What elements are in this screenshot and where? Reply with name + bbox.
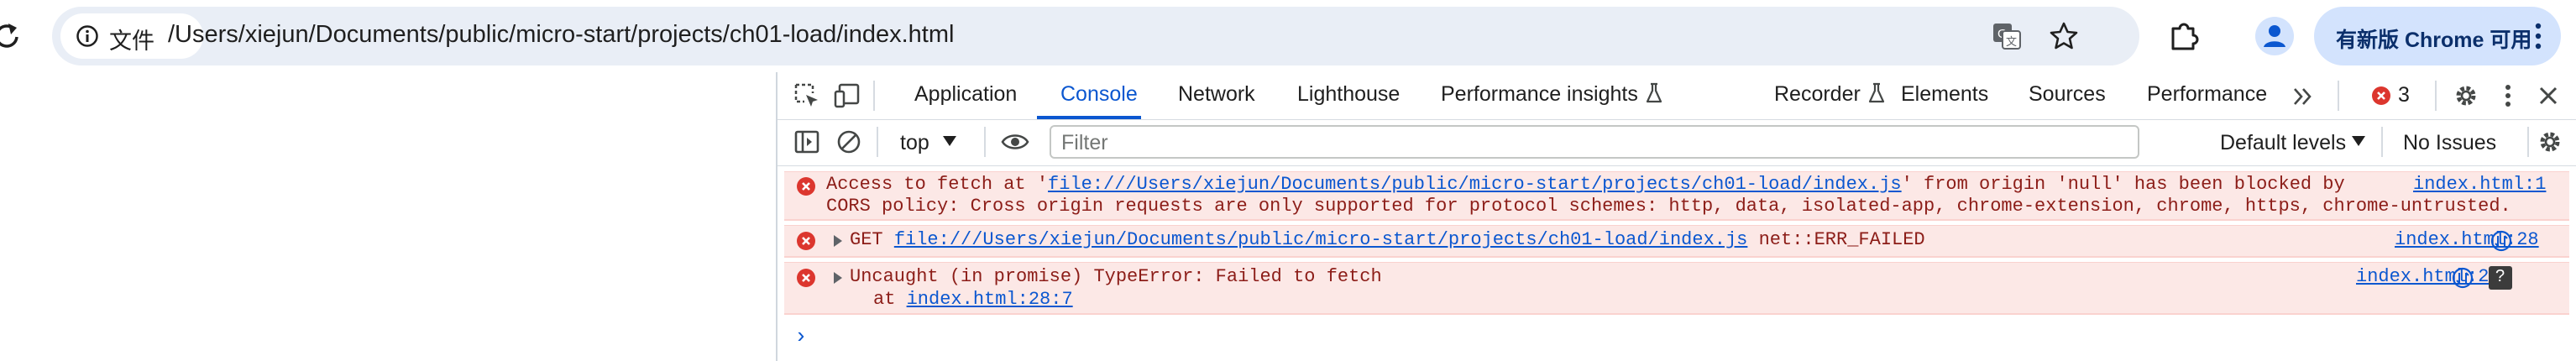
toolbar-divider	[2435, 81, 2437, 111]
experiment-flask-icon	[1868, 82, 1884, 103]
toolbar-divider	[2527, 127, 2529, 157]
console-error-message: GET file:///Users/xiejun/Documents/publi…	[784, 225, 2569, 258]
resource-link[interactable]: file:///Users/xiejun/Documents/public/mi…	[1048, 174, 1902, 195]
source-link[interactable]: index.html:1	[2413, 174, 2546, 195]
devtools-panel: Application Console Network Lighthouse P…	[776, 72, 2576, 361]
translate-icon[interactable]: G 文	[1990, 19, 2024, 53]
message-text: GET file:///Users/xiejun/Documents/publi…	[850, 229, 1925, 250]
context-selector[interactable]: top	[900, 131, 929, 155]
log-levels-dropdown[interactable]: Default levels	[2220, 131, 2346, 155]
tab-performance[interactable]: Performance	[2147, 82, 2267, 107]
info-icon	[76, 25, 98, 47]
console-error-message: Access to fetch at 'file:///Users/xiejun…	[784, 171, 2569, 221]
caret-down-icon[interactable]	[942, 135, 957, 147]
help-question-icon[interactable]: ?	[2489, 266, 2512, 290]
error-count[interactable]: 3	[2398, 83, 2410, 107]
inspect-element-icon[interactable]	[793, 81, 821, 110]
url-text[interactable]: /Users/xiejun/Documents/public/micro-sta…	[168, 21, 954, 49]
issues-counter[interactable]: No Issues	[2403, 131, 2496, 155]
caret-down-icon[interactable]	[2351, 135, 2366, 147]
tab-performance-insights[interactable]: Performance insights	[1441, 82, 1663, 107]
tab-performance-insights-label: Performance insights	[1441, 82, 1638, 106]
clear-console-icon[interactable]	[835, 128, 863, 156]
toolbar-divider	[877, 127, 878, 157]
message-text-line2: CORS policy: Cross origin requests are o…	[826, 196, 2511, 217]
reload-icon[interactable]	[0, 17, 25, 54]
stack-at: at	[873, 289, 896, 310]
console-settings-gear-icon[interactable]	[2536, 128, 2564, 156]
resource-link[interactable]: file:///Users/xiejun/Documents/public/mi…	[894, 229, 1748, 250]
settings-gear-icon[interactable]	[2452, 81, 2480, 110]
profile-avatar[interactable]	[2255, 17, 2294, 55]
device-toolbar-icon[interactable]	[833, 81, 861, 110]
toolbar-divider	[2381, 127, 2383, 157]
filter-box[interactable]	[1050, 125, 2139, 159]
console-error-message: Uncaught (in promise) TypeError: Failed …	[784, 262, 2569, 315]
network-request-icon[interactable]	[2490, 230, 2512, 252]
source-link[interactable]: index.html:28	[2356, 266, 2500, 287]
update-label: 有新版 Chrome 可用	[2336, 29, 2532, 52]
stack-frame-link[interactable]: index.html:28:7	[907, 289, 1073, 310]
tab-recorder[interactable]: Recorder	[1774, 82, 1886, 107]
toolbar-divider	[2338, 81, 2339, 111]
error-icon	[797, 269, 815, 287]
active-tab-indicator	[1037, 116, 1141, 119]
error-code: net::ERR_FAILED	[1758, 229, 1925, 250]
kebab-menu-icon[interactable]	[2534, 22, 2542, 50]
tab-application[interactable]: Application	[914, 82, 1017, 107]
more-tabs-chevron-icon[interactable]	[2291, 84, 2316, 109]
message-text: Access to fetch at 'file:///Users/xiejun…	[826, 174, 2345, 195]
toolbar-divider	[984, 127, 986, 157]
network-request-icon[interactable]	[2452, 267, 2474, 289]
tab-lighthouse[interactable]: Lighthouse	[1297, 82, 1400, 107]
experiment-flask-icon	[1646, 82, 1662, 103]
bookmark-star-icon[interactable]	[2047, 19, 2081, 53]
sidebar-toggle-icon[interactable]	[793, 128, 821, 156]
svg-text:文: 文	[2006, 36, 2017, 49]
tab-console[interactable]: Console	[1060, 82, 1138, 107]
address-bar[interactable]: 文件 /Users/xiejun/Documents/public/micro-…	[52, 7, 2139, 65]
extensions-icon[interactable]	[2166, 18, 2202, 54]
tab-network[interactable]: Network	[1178, 82, 1255, 107]
chrome-update-button[interactable]: 有新版 Chrome 可用	[2314, 7, 2561, 65]
http-method: GET	[850, 229, 883, 250]
tab-elements[interactable]: Elements	[1901, 82, 1988, 107]
tab-recorder-label: Recorder	[1774, 82, 1861, 106]
message-text-post: ' from origin 'null' has been blocked by	[1901, 174, 2345, 195]
more-options-kebab-icon[interactable]	[2494, 81, 2522, 110]
console-toolbar: top Default levels No Issues	[778, 120, 2576, 166]
error-icon	[797, 232, 815, 250]
error-count-icon[interactable]	[2371, 86, 2391, 106]
message-text: Uncaught (in promise) TypeError: Failed …	[850, 266, 1382, 287]
filter-input[interactable]	[1060, 129, 2129, 156]
page-content	[0, 72, 776, 361]
message-text-pre: Access to fetch at '	[826, 174, 1049, 195]
expand-triangle-icon[interactable]	[833, 234, 843, 248]
site-chip-label: 文件	[109, 29, 154, 54]
person-icon	[2264, 25, 2285, 47]
devtools-tab-bar: Application Console Network Lighthouse P…	[778, 72, 2576, 120]
stack-frame: at index.html:28:7	[873, 289, 1073, 310]
live-expression-eye-icon[interactable]	[1001, 128, 1029, 156]
console-prompt[interactable]: ›	[794, 324, 808, 349]
tab-sources[interactable]: Sources	[2029, 82, 2106, 107]
toolbar-divider	[873, 81, 875, 111]
close-devtools-icon[interactable]	[2534, 81, 2563, 110]
browser-toolbar: 文件 /Users/xiejun/Documents/public/micro-…	[0, 0, 2576, 72]
error-icon	[797, 177, 815, 196]
expand-triangle-icon[interactable]	[833, 271, 843, 285]
source-link[interactable]: index.html:28	[2395, 229, 2539, 250]
